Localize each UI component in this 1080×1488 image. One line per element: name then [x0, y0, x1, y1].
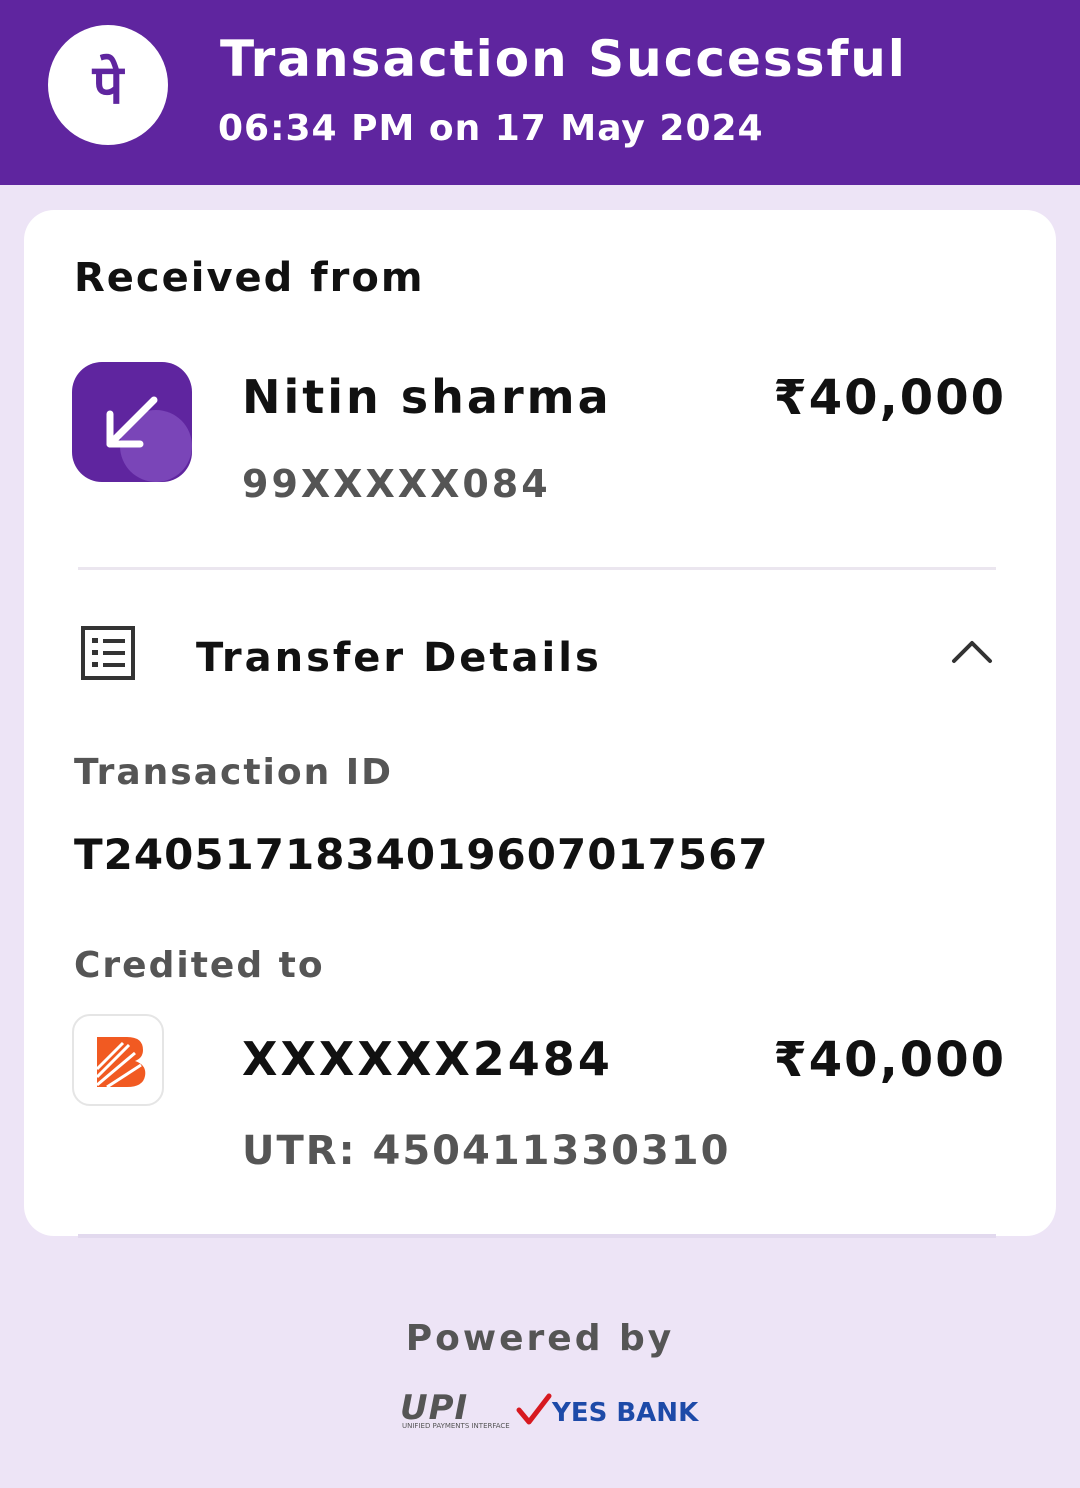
utr-number: UTR: 450411330310 — [242, 1128, 731, 1174]
divider — [78, 567, 996, 570]
partner-logos: UPI UNIFIED PAYMENTS INTERFACE YES BANK — [400, 1388, 698, 1438]
upi-caption: UNIFIED PAYMENTS INTERFACE — [402, 1422, 510, 1430]
arrow-down-left-icon — [72, 362, 192, 482]
credited-amount: ₹40,000 — [773, 1032, 1006, 1088]
credited-account: XXXXXX2484 — [242, 1032, 613, 1086]
sender-name: Nitin sharma — [242, 370, 612, 424]
credited-to-label: Credited to — [74, 945, 325, 986]
sender-phone: 99XXXXX084 — [242, 462, 551, 506]
phonepe-logo-icon: पे — [48, 25, 168, 145]
transaction-card: Received from Nitin sharma 99XXXXX084 ₹4… — [24, 210, 1056, 1236]
transaction-id-value: T2405171834019607017567 — [74, 830, 769, 879]
receipt-list-icon — [80, 625, 136, 685]
header-bar: पे Transaction Successful 06:34 PM on 17… — [0, 0, 1080, 185]
bottom-divider — [78, 1234, 996, 1238]
transaction-datetime: 06:34 PM on 17 May 2024 — [218, 108, 764, 149]
transfer-details-title: Transfer Details — [196, 635, 602, 681]
yes-bank-logo: YES BANK — [552, 1398, 699, 1428]
bank-of-baroda-logo-icon — [72, 1014, 164, 1106]
received-amount: ₹40,000 — [773, 370, 1006, 426]
yes-bank-check-icon — [516, 1392, 552, 1432]
chevron-up-icon[interactable] — [950, 635, 994, 671]
received-from-label: Received from — [74, 255, 425, 301]
transaction-id-label: Transaction ID — [74, 752, 394, 793]
svg-text:पे: पे — [92, 53, 126, 116]
powered-by-label: Powered by — [405, 1318, 675, 1359]
page-title: Transaction Successful — [220, 30, 907, 88]
